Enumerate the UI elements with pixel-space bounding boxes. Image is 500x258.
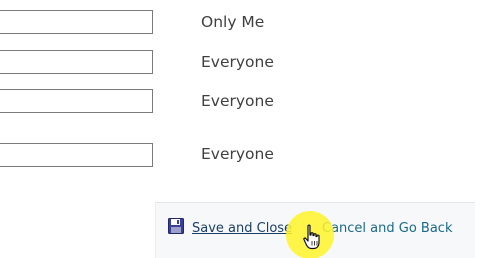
hand-pointer-icon [303, 224, 320, 250]
visibility-label-4: Everyone [201, 145, 274, 163]
field-input-3[interactable] [0, 89, 153, 113]
field-input-2[interactable] [0, 50, 153, 74]
save-and-close-link[interactable]: Save and Close [192, 220, 292, 238]
cancel-and-go-back-link[interactable]: Cancel and Go Back [322, 220, 452, 238]
floppy-disk-icon[interactable] [168, 218, 184, 234]
field-input-4[interactable] [0, 143, 153, 167]
field-input-1[interactable] [0, 10, 153, 34]
visibility-label-2: Everyone [201, 53, 274, 71]
visibility-label-1: Only Me [201, 13, 265, 31]
visibility-label-3: Everyone [201, 92, 274, 110]
form-section: Only Me Everyone Everyone Everyone Save … [0, 0, 500, 258]
